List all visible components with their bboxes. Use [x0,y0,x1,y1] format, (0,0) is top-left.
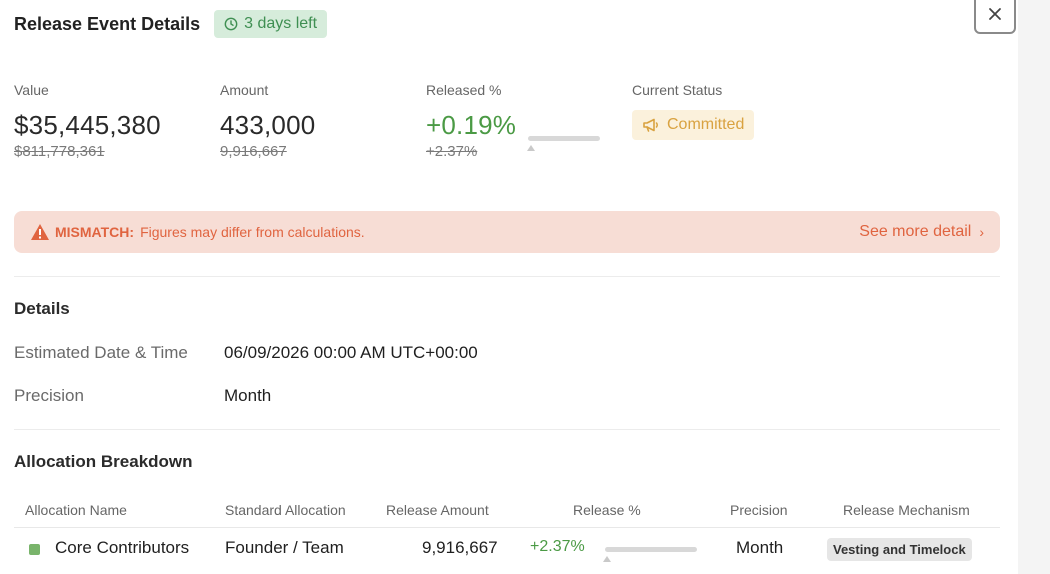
details-title: Details [14,299,70,318]
close-button[interactable] [974,0,1016,34]
allocation-title: Allocation Breakdown [14,452,193,471]
stat-status-label: Current Status [632,82,723,98]
stat-released-previous: +2.37% [426,143,478,160]
status-text: Committed [667,116,745,133]
stat-value-previous: $811,778,361 [14,143,105,160]
stat-amount-label: Amount [220,82,269,98]
estimated-date-value: 06/09/2026 00:00 AM UTC+00:00 [224,343,478,362]
standard-allocation: Founder / Team [225,538,344,557]
release-pct-bar [605,547,697,552]
mismatch-alert: MISMATCH: Figures may differ from calcul… [14,211,1000,253]
table-row[interactable]: Core Contributors Founder / Team 9,916,6… [14,536,1000,564]
precision-label: Precision [14,386,84,405]
alert-title: MISMATCH: [55,224,135,240]
stat-released-current: +0.19% [426,110,517,140]
modal-backdrop-strip [1018,0,1050,574]
page-title: Release Event Details [14,13,201,34]
allocation-table-header: Allocation Name Standard Allocation Rele… [14,502,1000,528]
column-header-precision: Precision [730,502,788,518]
clock-icon [224,17,238,31]
released-progress-marker [527,145,535,151]
precision-value: Month [224,386,272,405]
close-icon [989,8,1001,20]
status-badge: Committed [632,110,755,140]
release-pct-marker [603,556,611,562]
see-more-detail-link[interactable]: See more detail › [859,223,984,241]
see-more-detail-label: See more detail [859,223,972,240]
alert-message: Figures may differ from calculations. [140,224,365,240]
stat-released-label: Released % [426,82,502,98]
stat-value-label: Value [14,82,49,98]
warning-triangle-icon [31,224,49,240]
megaphone-icon [643,118,658,132]
stat-value-current: $35,445,380 [14,110,161,140]
column-header-mechanism: Release Mechanism [843,502,970,518]
days-left-text: 3 days left [244,15,318,32]
estimated-date-label: Estimated Date & Time [14,343,188,362]
days-left-badge: 3 days left [214,10,328,38]
divider [14,276,1000,277]
stat-amount: Amount 433,000 9,916,667 [220,82,315,160]
divider [14,429,1000,430]
chevron-right-icon: › [979,224,984,240]
stat-status: Current Status Committed [632,82,755,140]
column-header-release-pct: Release % [573,502,641,518]
release-amount: 9,916,667 [422,538,498,557]
release-mechanism-badge: Vesting and Timelock [827,538,972,561]
stat-amount-current: 433,000 [220,110,316,140]
released-progress-bar [528,136,600,141]
release-pct: +2.37% [530,538,585,555]
column-header-amount: Release Amount [386,502,489,518]
modal-header: Release Event Details 3 days left [14,8,328,40]
stat-amount-previous: 9,916,667 [220,143,287,160]
column-header-name: Allocation Name [25,502,127,518]
stat-value: Value $35,445,380 $811,778,361 [14,82,161,160]
allocation-color-dot [29,544,40,555]
stat-released: Released % +0.19% +2.37% [426,82,516,160]
column-header-standard: Standard Allocation [225,502,346,518]
allocation-name: Core Contributors [55,538,190,557]
release-precision: Month [736,538,784,557]
